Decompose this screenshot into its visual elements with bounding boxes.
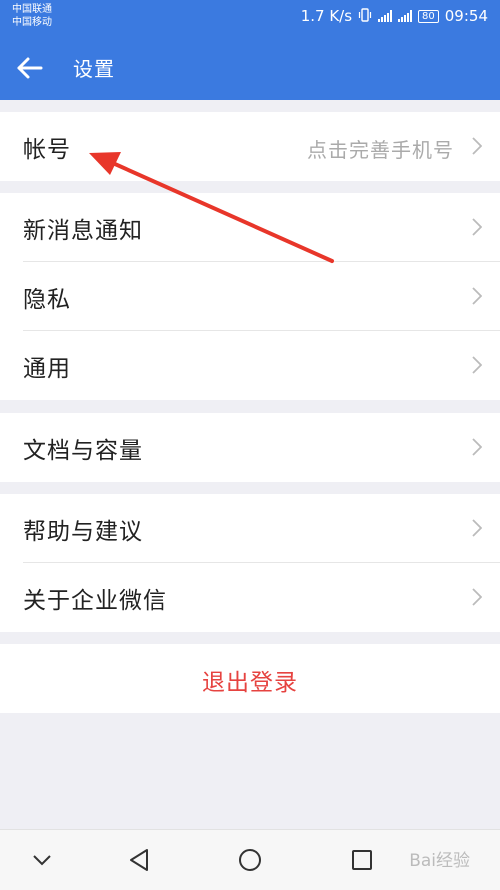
help-about-group: 帮助与建议 关于企业微信 xyxy=(0,494,500,632)
status-indicators: 1.7 K/s 80 09:54 xyxy=(301,7,488,25)
settings-item-general[interactable]: 通用 xyxy=(0,331,500,400)
general-settings-group: 新消息通知 隐私 通用 xyxy=(0,193,500,400)
chevron-right-icon xyxy=(472,438,482,456)
privacy-label: 隐私 xyxy=(23,287,71,313)
settings-item-privacy[interactable]: 隐私 xyxy=(0,262,500,331)
status-bar: 中国联通 中国移动 1.7 K/s 80 09:54 xyxy=(0,0,500,36)
back-button[interactable] xyxy=(12,50,48,86)
vibrate-icon xyxy=(358,8,372,22)
storage-group: 文档与容量 xyxy=(0,413,500,482)
carrier-info: 中国联通 中国移动 xyxy=(12,3,52,29)
carrier-name-1: 中国联通 xyxy=(12,4,52,15)
settings-item-account[interactable]: 帐号 点击完善手机号 xyxy=(0,112,500,181)
account-group: 帐号 点击完善手机号 xyxy=(0,112,500,181)
logout-button[interactable]: 退出登录 xyxy=(0,644,500,713)
account-value: 点击完善手机号 xyxy=(307,138,454,162)
about-label: 关于企业微信 xyxy=(23,588,167,614)
chevron-down-icon[interactable] xyxy=(29,847,55,873)
general-label: 通用 xyxy=(23,356,71,382)
settings-item-help[interactable]: 帮助与建议 xyxy=(0,494,500,563)
page-title: 设置 xyxy=(73,57,115,81)
arrow-left-icon xyxy=(17,57,43,79)
storage-label: 文档与容量 xyxy=(23,438,143,464)
signal-icon-2 xyxy=(398,10,413,22)
chevron-right-icon xyxy=(472,588,482,606)
nav-home-icon[interactable] xyxy=(237,847,263,873)
help-label: 帮助与建议 xyxy=(23,519,143,545)
nav-back-icon[interactable] xyxy=(127,847,153,873)
chevron-right-icon xyxy=(472,287,482,305)
clock: 09:54 xyxy=(444,7,488,25)
nav-recents-icon[interactable] xyxy=(349,847,375,873)
app-bar: 设置 xyxy=(0,36,500,100)
signal-icon-1 xyxy=(378,10,393,22)
system-navigation-bar: Bai经验 xyxy=(0,829,500,890)
account-label: 帐号 xyxy=(23,137,71,163)
settings-item-about[interactable]: 关于企业微信 xyxy=(0,563,500,632)
network-speed: 1.7 K/s xyxy=(300,7,353,25)
notifications-label: 新消息通知 xyxy=(23,218,143,244)
carrier-name-2: 中国移动 xyxy=(12,17,52,28)
chevron-right-icon xyxy=(472,356,482,374)
watermark: Bai经验 xyxy=(409,851,470,871)
logout-label: 退出登录 xyxy=(202,670,298,696)
settings-item-storage[interactable]: 文档与容量 xyxy=(0,413,500,482)
settings-item-notifications[interactable]: 新消息通知 xyxy=(0,193,500,262)
chevron-right-icon xyxy=(472,519,482,537)
chevron-right-icon xyxy=(472,218,482,236)
chevron-right-icon xyxy=(472,137,482,155)
battery-icon: 80 xyxy=(418,9,439,23)
